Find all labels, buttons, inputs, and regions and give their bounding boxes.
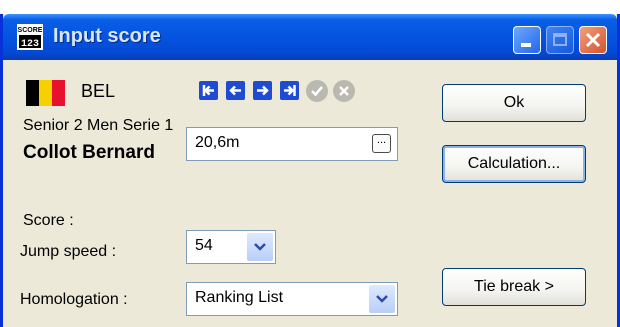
score-app-icon: SCORE 123	[17, 24, 43, 50]
title-bar[interactable]: SCORE 123 Input score	[3, 14, 617, 60]
tie-break-button[interactable]: Tie break >	[442, 268, 586, 306]
close-icon	[585, 32, 601, 48]
score-input[interactable]: 20,6m ...	[186, 127, 398, 161]
cancel-icon	[339, 86, 349, 96]
score-label: Score :	[23, 212, 74, 229]
chevron-down-icon	[254, 243, 266, 251]
minimize-button[interactable]	[513, 26, 541, 54]
calculation-button[interactable]: Calculation...	[442, 145, 586, 183]
jump-speed-dropdown-button[interactable]	[247, 233, 273, 261]
country-flag	[26, 80, 65, 106]
window-title: Input score	[53, 25, 161, 47]
cancel-record-button[interactable]	[333, 80, 355, 102]
confirm-button[interactable]	[306, 80, 328, 102]
homologation-dropdown-button[interactable]	[369, 285, 395, 313]
previous-record-button[interactable]	[226, 81, 245, 100]
homologation-select[interactable]: Ranking List	[186, 282, 398, 316]
previous-record-icon	[229, 85, 241, 96]
svg-text:SCORE: SCORE	[18, 27, 43, 34]
svg-text:123: 123	[21, 39, 39, 50]
first-record-button[interactable]	[199, 81, 218, 100]
score-browse-button[interactable]: ...	[372, 134, 391, 153]
last-record-icon	[284, 85, 296, 96]
maximize-button[interactable]	[546, 26, 574, 54]
close-button[interactable]	[579, 26, 607, 54]
homologation-value: Ranking List	[195, 289, 284, 306]
jump-speed-value: 54	[195, 237, 213, 254]
jump-speed-select[interactable]: 54	[186, 230, 276, 264]
athlete-name: Collot Bernard	[23, 142, 155, 163]
last-record-button[interactable]	[280, 81, 299, 100]
next-record-button[interactable]	[253, 81, 272, 100]
score-value: 20,6m	[195, 134, 240, 151]
homologation-label: Homologation :	[20, 291, 128, 308]
next-record-icon	[257, 85, 269, 96]
country-code: BEL	[81, 81, 116, 101]
athlete-category: Senior 2 Men Serie 1	[23, 117, 174, 134]
chevron-down-icon	[376, 295, 388, 303]
confirm-icon	[311, 86, 323, 97]
first-record-icon	[202, 85, 214, 96]
jump-speed-label: Jump speed :	[20, 243, 117, 260]
ok-button[interactable]: Ok	[442, 84, 586, 122]
